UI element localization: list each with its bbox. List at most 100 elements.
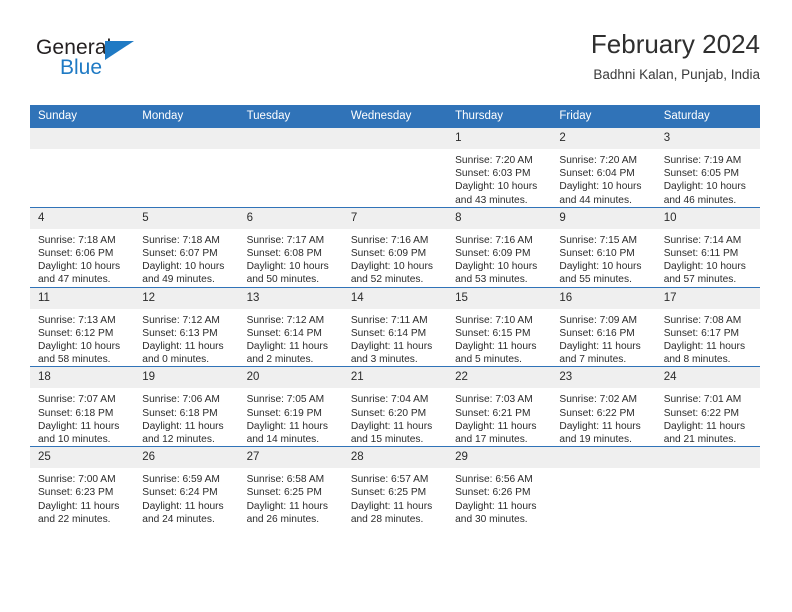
- day-number: 1: [447, 128, 552, 149]
- daylight-text-line2: and 2 minutes.: [246, 354, 314, 366]
- day-number: 19: [134, 367, 239, 389]
- sunset-text: Sunset: 6:08 PM: [246, 248, 322, 260]
- day-number: 17: [655, 287, 760, 309]
- sunrise-text: Sunrise: 7:03 AM: [455, 394, 533, 406]
- daylight-text-line1: Daylight: 11 hours: [455, 420, 537, 432]
- calendar-day-cell[interactable]: 1 Sunrise: 7:20 AM Sunset: 6:03 PM Daylight…: [447, 128, 552, 207]
- day-sun-info: Sunrise: 7:08 AM Sunset: 6:17 PM Daylight:…: [656, 309, 760, 367]
- day-number: 24: [655, 367, 760, 389]
- calendar-day-cell[interactable]: 4 Sunrise: 7:18 AM Sunset: 6:06 PM Daylight…: [30, 206, 135, 288]
- calendar-day-cell[interactable]: 26 Sunrise: 6:59 AM Sunset: 6:24 PM Dayligh…: [134, 446, 239, 527]
- page-header: General Blue February 2024 Badhni Kalan,…: [30, 28, 760, 96]
- daylight-text-line1: Daylight: 11 hours: [663, 420, 746, 432]
- sunset-text: Sunset: 6:21 PM: [455, 407, 531, 419]
- daylight-text-line2: and 22 minutes.: [38, 513, 111, 525]
- calendar-day-cell[interactable]: 3 Sunrise: 7:19 AM Sunset: 6:05 PM Daylight…: [655, 128, 760, 207]
- calendar-day-cell[interactable]: 16 Sunrise: 7:09 AM Sunset: 6:16 PM Dayligh…: [551, 286, 656, 367]
- sunrise-text: Sunrise: 7:11 AM: [350, 314, 428, 326]
- daylight-text-line2: and 43 minutes.: [455, 194, 528, 206]
- daylight-text-line1: Daylight: 11 hours: [38, 420, 120, 432]
- daylight-text-line1: Daylight: 11 hours: [246, 341, 328, 353]
- sunset-text: Sunset: 6:25 PM: [246, 487, 322, 499]
- calendar-day-cell[interactable]: 25 Sunrise: 7:00 AM Sunset: 6:23 PM Dayligh…: [30, 446, 135, 527]
- calendar-week-row: 25 Sunrise: 7:00 AM Sunset: 6:23 PM Dayligh…: [30, 446, 760, 527]
- day-number: 6: [238, 207, 343, 229]
- weekday-header-row: Sunday Monday Tuesday Wednesday Thursday…: [30, 105, 760, 128]
- sunrise-text: Sunrise: 7:10 AM: [455, 314, 533, 326]
- weekday-header-sunday: Sunday: [30, 105, 135, 128]
- daylight-text-line1: Daylight: 11 hours: [246, 420, 328, 432]
- sunrise-text: Sunrise: 6:58 AM: [246, 474, 325, 486]
- daylight-text-line2: and 47 minutes.: [38, 274, 111, 286]
- sunrise-text: Sunrise: 7:19 AM: [663, 155, 742, 166]
- sunrise-text: Sunrise: 7:07 AM: [38, 394, 116, 406]
- day-number: 5: [134, 207, 239, 229]
- calendar-day-cell[interactable]: 7 Sunrise: 7:16 AM Sunset: 6:09 PM Daylight…: [342, 206, 448, 288]
- calendar-day-cell[interactable]: 19 Sunrise: 7:06 AM Sunset: 6:18 PM Dayligh…: [134, 366, 239, 447]
- location-subtitle: Badhni Kalan, Punjab, India: [593, 67, 760, 82]
- calendar-day-cell[interactable]: 13 Sunrise: 7:12 AM Sunset: 6:14 PM Dayligh…: [238, 286, 343, 367]
- sunrise-text: Sunrise: 6:57 AM: [350, 474, 429, 486]
- calendar-day-cell[interactable]: 28 Sunrise: 6:57 AM Sunset: 6:25 PM Dayligh…: [342, 446, 448, 527]
- daylight-text-line1: Daylight: 10 hours: [246, 261, 329, 273]
- daylight-text-line1: Daylight: 11 hours: [455, 500, 537, 512]
- calendar-day-cell[interactable]: 24 Sunrise: 7:01 AM Sunset: 6:22 PM Dayligh…: [655, 366, 760, 447]
- daylight-text-line2: and 26 minutes.: [246, 513, 320, 525]
- calendar-day-cell[interactable]: 5 Sunrise: 7:18 AM Sunset: 6:07 PM Daylight…: [134, 206, 239, 288]
- sunrise-text: Sunrise: 7:12 AM: [142, 314, 220, 326]
- calendar-day-cell[interactable]: 20 Sunrise: 7:05 AM Sunset: 6:19 PM Dayligh…: [238, 366, 343, 447]
- calendar-day-cell[interactable]: 11 Sunrise: 7:13 AM Sunset: 6:12 PM Dayligh…: [30, 286, 135, 367]
- weekday-header-wednesday: Wednesday: [342, 105, 448, 128]
- daylight-text-line2: and 52 minutes.: [350, 274, 424, 286]
- daylight-text-line2: and 46 minutes.: [663, 194, 737, 206]
- daylight-text-line2: and 7 minutes.: [559, 354, 627, 366]
- calendar-day-cell[interactable]: 10 Sunrise: 7:14 AM Sunset: 6:11 PM Dayligh…: [655, 206, 760, 288]
- day-number: 8: [447, 207, 552, 229]
- daylight-text-line1: Daylight: 11 hours: [142, 500, 224, 512]
- sunset-text: Sunset: 6:18 PM: [38, 407, 114, 419]
- calendar-day-cell[interactable]: 27 Sunrise: 6:58 AM Sunset: 6:25 PM Dayligh…: [238, 446, 343, 527]
- daylight-text-line2: and 28 minutes.: [350, 513, 424, 525]
- day-sun-info: Sunrise: 7:13 AM Sunset: 6:12 PM Daylight:…: [30, 309, 134, 367]
- calendar-day-cell[interactable]: 2 Sunrise: 7:20 AM Sunset: 6:04 PM Daylight…: [551, 128, 656, 207]
- calendar-day-cell[interactable]: 9 Sunrise: 7:15 AM Sunset: 6:10 PM Daylight…: [551, 206, 656, 288]
- day-number: 7: [342, 207, 448, 229]
- calendar-day-cell[interactable]: 18 Sunrise: 7:07 AM Sunset: 6:18 PM Dayligh…: [30, 366, 135, 447]
- calendar-day-cell[interactable]: 15 Sunrise: 7:10 AM Sunset: 6:15 PM Dayligh…: [447, 286, 552, 367]
- calendar-cell-empty: [551, 446, 656, 527]
- calendar-day-cell[interactable]: 6 Sunrise: 7:17 AM Sunset: 6:08 PM Daylight…: [238, 206, 343, 288]
- daylight-text-line2: and 50 minutes.: [246, 274, 320, 286]
- sunrise-text: Sunrise: 7:02 AM: [559, 394, 637, 406]
- day-sun-info: Sunrise: 6:57 AM Sunset: 6:25 PM Daylight:…: [343, 468, 447, 526]
- day-number: 15: [447, 287, 552, 309]
- sunset-text: Sunset: 6:26 PM: [455, 487, 531, 499]
- daylight-text-line2: and 15 minutes.: [350, 434, 424, 446]
- calendar-day-cell[interactable]: 12 Sunrise: 7:12 AM Sunset: 6:13 PM Dayligh…: [134, 286, 239, 367]
- day-number: 28: [342, 447, 448, 469]
- day-sun-info: Sunrise: 7:20 AM Sunset: 6:03 PM Daylight:…: [447, 149, 551, 207]
- day-number: 4: [30, 207, 135, 229]
- calendar-day-cell[interactable]: 14 Sunrise: 7:11 AM Sunset: 6:14 PM Dayligh…: [342, 286, 448, 367]
- day-sun-info: Sunrise: 7:06 AM Sunset: 6:18 PM Daylight:…: [134, 388, 238, 446]
- calendar-day-cell[interactable]: 8 Sunrise: 7:16 AM Sunset: 6:09 PM Daylight…: [447, 206, 552, 288]
- day-sun-info: Sunrise: 7:02 AM Sunset: 6:22 PM Daylight:…: [551, 388, 655, 446]
- day-sun-info: Sunrise: 7:20 AM Sunset: 6:04 PM Daylight:…: [551, 149, 655, 207]
- day-sun-info: Sunrise: 7:03 AM Sunset: 6:21 PM Daylight:…: [447, 388, 551, 446]
- sunrise-text: Sunrise: 7:16 AM: [350, 234, 429, 246]
- calendar-day-cell[interactable]: 23 Sunrise: 7:02 AM Sunset: 6:22 PM Dayligh…: [551, 366, 656, 447]
- calendar-day-cell[interactable]: 21 Sunrise: 7:04 AM Sunset: 6:20 PM Dayligh…: [342, 366, 448, 447]
- sunset-text: Sunset: 6:20 PM: [350, 407, 427, 419]
- weekday-header-thursday: Thursday: [447, 105, 552, 128]
- daylight-text-line1: Daylight: 10 hours: [663, 181, 746, 193]
- daylight-text-line2: and 17 minutes.: [455, 434, 528, 446]
- calendar-day-cell[interactable]: 17 Sunrise: 7:08 AM Sunset: 6:17 PM Dayligh…: [655, 286, 760, 367]
- calendar-day-cell[interactable]: 29 Sunrise: 6:56 AM Sunset: 6:26 PM Dayligh…: [447, 446, 552, 527]
- calendar-week-row: 18 Sunrise: 7:07 AM Sunset: 6:18 PM Dayligh…: [30, 366, 760, 447]
- day-sun-info: Sunrise: 7:18 AM Sunset: 6:06 PM Daylight:…: [30, 229, 134, 287]
- calendar-day-cell[interactable]: 22 Sunrise: 7:03 AM Sunset: 6:21 PM Dayligh…: [447, 366, 552, 447]
- sunset-text: Sunset: 6:05 PM: [663, 168, 740, 180]
- day-sun-info: Sunrise: 7:15 AM Sunset: 6:10 PM Daylight:…: [551, 229, 655, 287]
- general-blue-logo[interactable]: General Blue: [36, 36, 166, 88]
- sunrise-text: Sunrise: 7:00 AM: [38, 474, 116, 486]
- daylight-text-line1: Daylight: 10 hours: [455, 261, 538, 273]
